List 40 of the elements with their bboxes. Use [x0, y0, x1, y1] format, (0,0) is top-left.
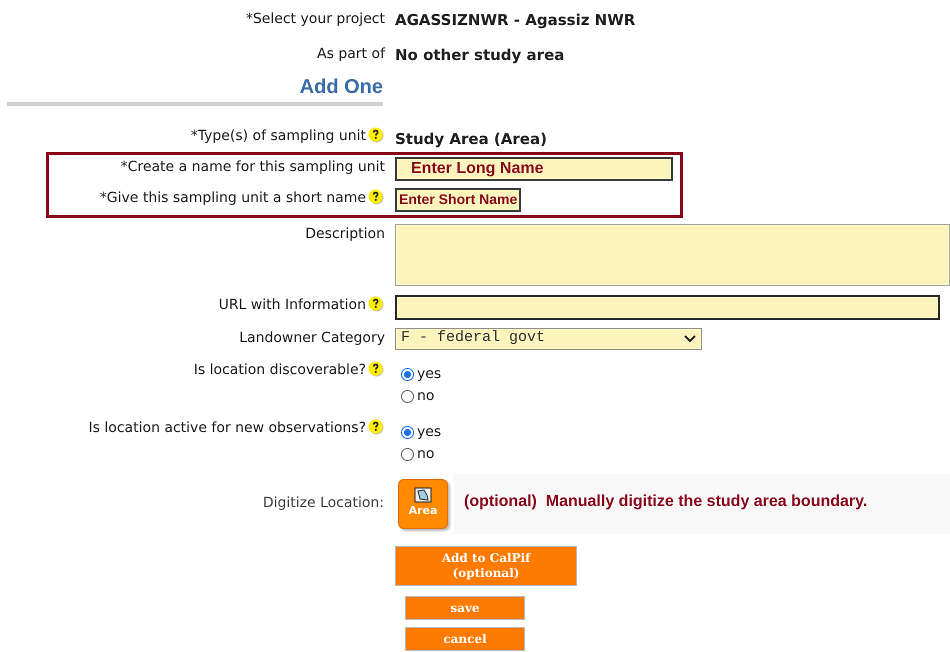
cancel-button[interactable]: cancel — [405, 626, 525, 650]
landowner-dropdown[interactable]: F - federal govt — [395, 328, 702, 350]
help-icon[interactable] — [367, 418, 385, 434]
field-label: *Select your project — [246, 10, 385, 29]
radio-label: yes — [417, 423, 442, 442]
radio-button[interactable] — [401, 426, 414, 439]
long-name-field[interactable]: Enter Long Name — [395, 156, 673, 180]
map-icon — [414, 487, 432, 504]
field-label: Is location discoverable? — [194, 360, 366, 380]
digitize-note: (optional) Manually digitize the study area boundary. — [464, 492, 868, 512]
chevron-icon — [684, 334, 696, 342]
field-label: Landowner Category — [239, 328, 385, 348]
project-value: AGASSIZNWR - Agassiz NWR — [395, 10, 636, 31]
help-icon[interactable] — [367, 360, 385, 376]
radio-label: yes — [417, 365, 442, 384]
radio-label: no — [417, 445, 434, 464]
url-field[interactable] — [395, 294, 940, 320]
help-icon[interactable] — [367, 188, 385, 204]
type-value: Study Area (Area) — [395, 129, 547, 150]
radio-button[interactable] — [401, 448, 414, 461]
field-label: As part of — [317, 44, 385, 64]
add-to-calpif-button[interactable]: Add to CalPif (optional) — [395, 546, 577, 586]
save-button[interactable]: save — [405, 596, 525, 620]
field-label: URL with Information — [218, 296, 366, 314]
field-label: Digitize Location: — [262, 494, 384, 513]
field-label: Description — [305, 224, 385, 244]
part-of-value: No other study area — [395, 44, 564, 66]
area-button[interactable]: Area — [398, 478, 448, 528]
radio-button[interactable] — [401, 390, 414, 403]
field-label: *Type(s) of sampling unit — [190, 127, 366, 146]
field-label: *Create a name for this sampling unit — [120, 158, 385, 176]
short-name-field[interactable]: Enter Short Name — [395, 188, 522, 212]
description-field[interactable] — [395, 224, 950, 286]
help-icon[interactable] — [367, 126, 385, 143]
help-icon[interactable] — [367, 294, 385, 312]
field-label: *Give this sampling unit a short name — [100, 188, 366, 208]
section-title: Add One — [300, 75, 383, 100]
radio-label: no — [417, 387, 434, 406]
field-label: Is location active for new observations? — [88, 418, 366, 438]
radio-button[interactable] — [401, 368, 414, 381]
